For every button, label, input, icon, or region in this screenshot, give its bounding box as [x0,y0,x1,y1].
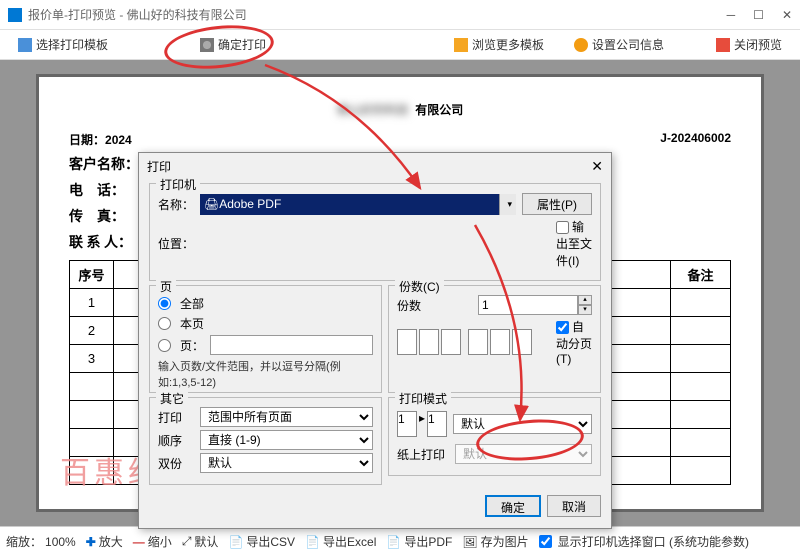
zoom-default-button[interactable]: ⤢默认 [182,533,219,550]
zoom-in-button[interactable]: ✚放大 [86,533,123,550]
close-icon[interactable]: ✕ [782,8,792,22]
page-group: 页 全部 本页 页： 输入页数/文件范围，并以逗号分隔(例如:1,3,5-12) [149,285,382,393]
template-icon [18,38,32,52]
collate-checkbox[interactable]: 自动分页(T) [556,318,592,366]
window-controls: ─ ☐ ✕ [727,8,792,22]
zoom-label: 缩放：100% [6,533,76,550]
printer-name-label: 名称： [158,196,194,213]
opt-all[interactable]: 全部 [158,295,373,312]
cancel-button[interactable]: 取消 [547,495,601,517]
dialog-close-icon[interactable]: ✕ [591,158,603,175]
zoom-out-button[interactable]: —缩小 [133,533,172,550]
dialog-titlebar: 打印 ✕ [139,153,611,179]
col-remark: 备注 [671,261,731,289]
order-select[interactable]: 直接 (1-9) [200,430,373,450]
chevron-down-icon: ▾ [507,199,512,210]
duplex-select[interactable]: 默认 [200,453,373,473]
confirm-print-button[interactable]: 确定打印 [194,34,272,55]
export-csv-button[interactable]: 📄导出CSV [228,533,295,550]
close-preview-icon [716,38,730,52]
export-excel-button[interactable]: 📄导出Excel [305,533,376,550]
window-title: 报价单-打印预览 - 佛山好的科技有限公司 [28,6,727,23]
dialog-title: 打印 [147,158,171,175]
status-bar: 缩放：100% ✚放大 —缩小 ⤢默认 📄导出CSV 📄导出Excel 📄导出P… [0,526,800,556]
collate-preview-icon [397,329,532,355]
mode-select[interactable]: 默认 [453,414,592,434]
gear-icon [574,38,588,52]
minimize-icon[interactable]: ─ [727,8,736,22]
bill-no: J-202406002 [660,131,731,148]
export-pdf-button[interactable]: 📄导出PDF [386,533,452,550]
copies-stepper[interactable]: ▴▾ [478,295,592,315]
mode-group: 打印模式 1▸1 默认 纸上打印默认 [388,397,601,476]
properties-button[interactable]: 属性(P) [522,193,592,215]
printer-group: 打印机 名称： 🖨 Adobe PDF▾ 属性(P) 位置： 输出至文件(I) [149,183,601,281]
col-no: 序号 [70,261,114,289]
printer-icon [200,38,214,52]
pages-hint: 输入页数/文件范围，并以逗号分隔(例如:1,3,5-12) [158,358,373,390]
other-group: 其它 打印范围中所有页面 顺序直接 (1-9) 双份默认 [149,397,382,485]
plus-icon: ✚ [86,535,96,549]
printer-select[interactable]: 🖨 Adobe PDF▾ [200,194,516,215]
pages-input[interactable] [210,335,373,355]
print-range-select[interactable]: 范围中所有页面 [200,407,373,427]
folder-icon [454,38,468,52]
copies-group: 份数(C) 份数 ▴▾ 自动分页(T) [388,285,601,393]
output-to-file-checkbox[interactable]: 输出至文件(I) [556,218,592,269]
paper-select[interactable]: 默认 [455,444,592,464]
location-label: 位置： [158,235,194,252]
save-image-button[interactable]: 🖼存为图片 [462,533,528,550]
opt-pages[interactable]: 页： [158,335,373,355]
window-titlebar: 报价单-打印预览 - 佛山好的科技有限公司 ─ ☐ ✕ [0,0,800,30]
opt-current[interactable]: 本页 [158,315,373,332]
company-heading: 佛山好的科技 有限公司 [69,91,731,121]
minus-icon: — [133,535,145,549]
company-info-button[interactable]: 设置公司信息 [568,34,670,55]
show-printer-checkbox[interactable]: 显示打印机选择窗口 (系统功能参数) [539,533,749,550]
maximize-icon[interactable]: ☐ [753,8,764,22]
mode-preview-icon: 1▸1 [397,411,447,437]
more-templates-button[interactable]: 浏览更多模板 [448,34,550,55]
date-label: 日期：2024 [69,131,132,148]
print-dialog: 打印 ✕ 打印机 名称： 🖨 Adobe PDF▾ 属性(P) 位置： 输出至文… [138,152,612,529]
app-icon [8,8,22,22]
ok-button[interactable]: 确定 [485,495,541,517]
select-template-button[interactable]: 选择打印模板 [12,34,114,55]
close-preview-button[interactable]: 关闭预览 [710,34,788,55]
main-toolbar: 选择打印模板 确定打印 浏览更多模板 设置公司信息 关闭预览 [0,30,800,60]
